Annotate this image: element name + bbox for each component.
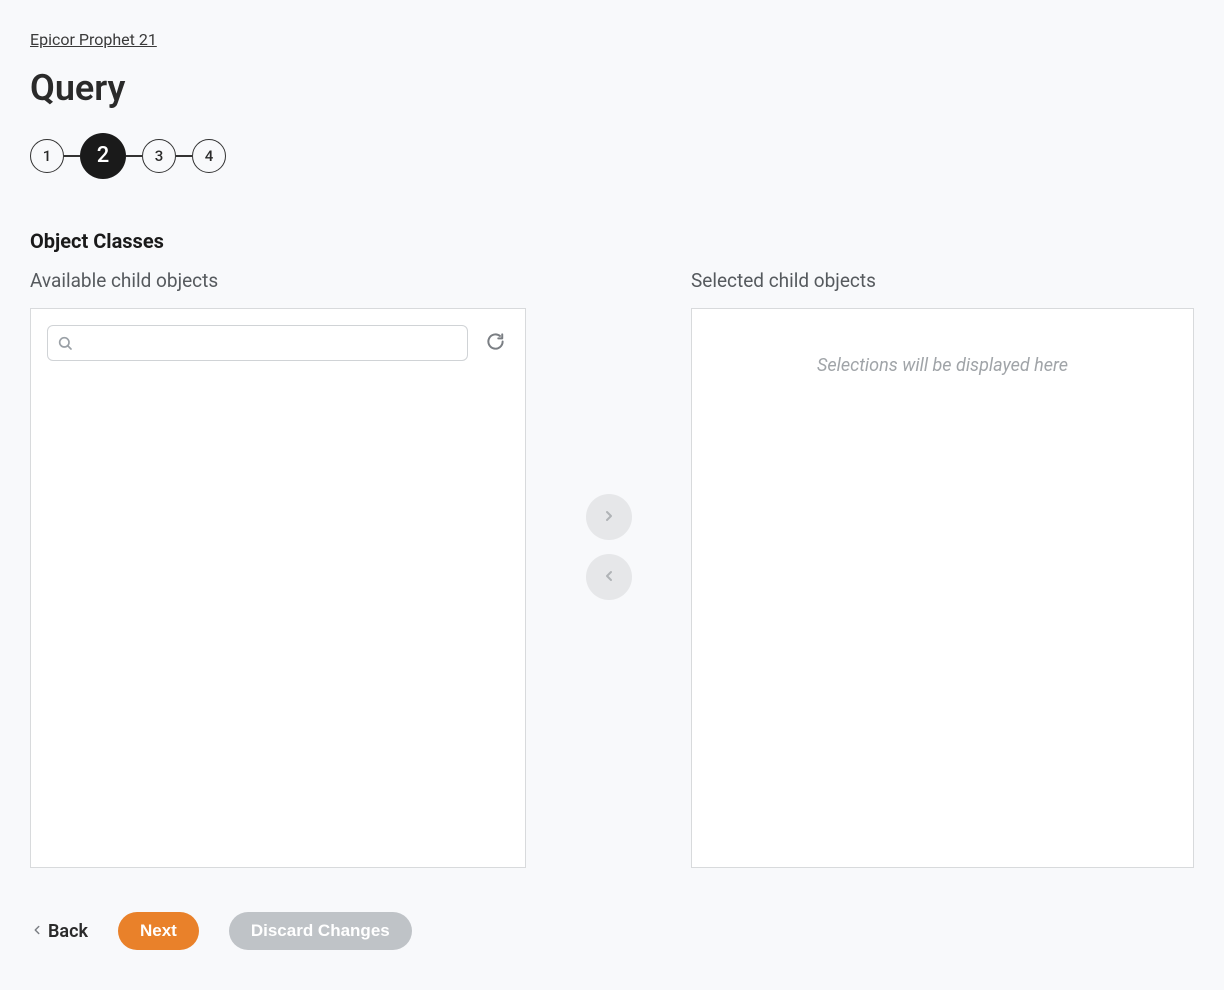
reload-button[interactable] [482,328,509,358]
available-panel [30,308,526,868]
step-2[interactable]: 2 [80,133,126,179]
chevron-left-icon [30,921,44,942]
discard-button[interactable]: Discard Changes [229,912,412,950]
stepper: 1 2 3 4 [30,133,1194,179]
move-right-button[interactable] [586,494,632,540]
back-button[interactable]: Back [30,921,88,942]
next-button[interactable]: Next [118,912,199,950]
search-input[interactable] [47,325,468,361]
stepper-connector [126,155,142,157]
selected-panel: Selections will be displayed here [691,308,1194,868]
stepper-connector [64,155,80,157]
breadcrumb-link[interactable]: Epicor Prophet 21 [30,30,157,49]
stepper-connector [176,155,192,157]
section-title: Object Classes [30,229,1194,253]
empty-selection-message: Selections will be displayed here [692,309,1193,376]
selected-label: Selected child objects [691,269,1194,292]
chevron-right-icon [601,508,617,527]
step-1[interactable]: 1 [30,139,64,173]
step-3[interactable]: 3 [142,139,176,173]
chevron-left-icon [601,568,617,587]
reload-icon [486,332,505,354]
step-4[interactable]: 4 [192,139,226,173]
page-title: Query [30,67,1194,109]
available-label: Available child objects [30,269,526,292]
move-left-button[interactable] [586,554,632,600]
back-label: Back [48,921,88,942]
